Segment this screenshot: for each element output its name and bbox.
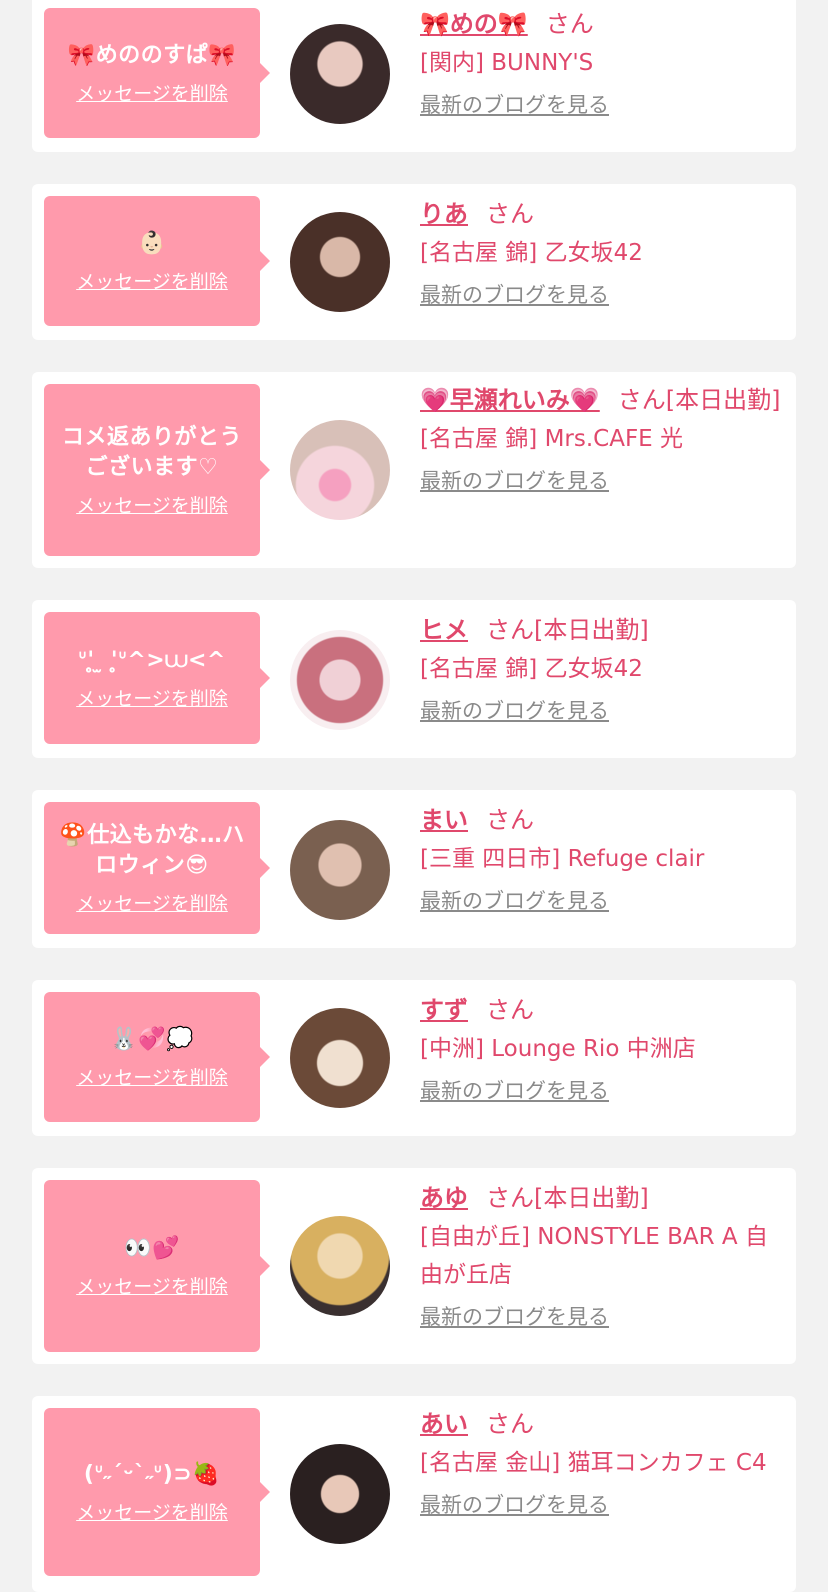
avatar[interactable] (290, 1008, 390, 1108)
comment-text: 👀💕 (124, 1235, 180, 1261)
comment-bubble: ᐡ'̥̥̥ ̫ '̥̥̥ᐡ^>⩊<^ メッセージを削除 (44, 612, 270, 744)
profile-info: あゆ さん[本日出勤] [自由が丘] NONSTYLE BAR A 自由が丘店 最… (420, 1178, 790, 1334)
profile-info: 🎀めの🎀 さん [関内] BUNNY'S 最新のブログを見る (420, 4, 790, 122)
san-label: さん (486, 1184, 534, 1212)
profile-info: あい さん [名古屋 金山] 猫耳コンカフェ C4 最新のブログを見る (420, 1404, 790, 1522)
message-card: (ᐡ˶ˊᵕˋ˶ᐡ)⊃🍓 メッセージを削除 あい さん [名古屋 金山] 猫耳コンカ… (32, 1396, 796, 1592)
avatar[interactable] (290, 420, 390, 520)
status-text: [本日出勤] (534, 616, 649, 644)
san-label: さん (486, 806, 534, 834)
message-card: 🎀めののすぱ🎀 メッセージを削除 🎀めの🎀 さん [関内] BUNNY'S 最新の… (32, 0, 796, 152)
comment-text: (ᐡ˶ˊᵕˋ˶ᐡ)⊃🍓 (83, 1461, 221, 1487)
profile-info: りあ さん [名古屋 錦] 乙女坂42 最新のブログを見る (420, 194, 790, 312)
comment-text: ᐡ'̥̥̥ ̫ '̥̥̥ᐡ^>⩊<^ (78, 647, 226, 673)
comment-text: コメ返ありがとうございます♡ (61, 424, 242, 480)
shop-name: [名古屋 錦] 乙女坂42 (420, 656, 643, 682)
delete-message-link[interactable]: メッセージを削除 (76, 491, 228, 518)
delete-message-link[interactable]: メッセージを削除 (76, 267, 228, 294)
profile-info: まい さん [三重 四日市] Refuge clair 最新のブログを見る (420, 800, 790, 918)
comment-bubble: 🐰💞💭 メッセージを削除 (44, 992, 270, 1122)
profile-info: すず さん [中洲] Lounge Rio 中洲店 最新のブログを見る (420, 990, 790, 1108)
latest-blog-link[interactable]: 最新のブログを見る (420, 1074, 609, 1108)
san-label: さん (486, 200, 534, 228)
girl-name-link[interactable]: 💗早瀬れいみ💗 (420, 386, 600, 414)
delete-message-link[interactable]: メッセージを削除 (76, 79, 228, 106)
message-card: 👶🏻 メッセージを削除 りあ さん [名古屋 錦] 乙女坂42 最新のブログを見る (32, 184, 796, 340)
delete-message-link[interactable]: メッセージを削除 (76, 1498, 228, 1525)
comment-text: 🍄仕込もかな…ハロウィン😎 (59, 822, 245, 878)
profile-info: ヒメ さん[本日出勤] [名古屋 錦] 乙女坂42 最新のブログを見る (420, 610, 790, 728)
san-label: さん (617, 386, 666, 414)
latest-blog-link[interactable]: 最新のブログを見る (420, 884, 609, 918)
shop-name: [自由が丘] NONSTYLE BAR A 自由が丘店 (420, 1224, 768, 1288)
comment-bubble: 🍄仕込もかな…ハロウィン😎 メッセージを削除 (44, 802, 270, 934)
message-card: 👀💕 メッセージを削除 あゆ さん[本日出勤] [自由が丘] NONSTYLE B… (32, 1168, 796, 1364)
girl-name-link[interactable]: ヒメ (420, 616, 468, 644)
delete-message-link[interactable]: メッセージを削除 (76, 684, 228, 711)
delete-message-link[interactable]: メッセージを削除 (76, 1063, 228, 1090)
message-card: 🐰💞💭 メッセージを削除 すず さん [中洲] Lounge Rio 中洲店 最新… (32, 980, 796, 1136)
san-label: さん (486, 616, 534, 644)
shop-name: [中洲] Lounge Rio 中洲店 (420, 1036, 696, 1062)
girl-name-link[interactable]: あい (420, 1410, 468, 1438)
comment-bubble: コメ返ありがとうございます♡ メッセージを削除 (44, 384, 270, 556)
comment-text: 🐰💞💭 (110, 1026, 194, 1052)
avatar[interactable] (290, 1444, 390, 1544)
san-label: さん (486, 1410, 534, 1438)
avatar[interactable] (290, 630, 390, 730)
comment-bubble: 👀💕 メッセージを削除 (44, 1180, 270, 1352)
shop-name: [関内] BUNNY'S (420, 50, 594, 76)
latest-blog-link[interactable]: 最新のブログを見る (420, 278, 609, 312)
message-card: 🍄仕込もかな…ハロウィン😎 メッセージを削除 まい さん [三重 四日市] Ref… (32, 790, 796, 948)
avatar[interactable] (290, 820, 390, 920)
status-text: [本日出勤] (665, 386, 781, 414)
girl-name-link[interactable]: りあ (420, 200, 468, 228)
message-card: ᐡ'̥̥̥ ̫ '̥̥̥ᐡ^>⩊<^ メッセージを削除 ヒメ さん[本日出勤] [… (32, 600, 796, 758)
comment-bubble: 👶🏻 メッセージを削除 (44, 196, 270, 326)
delete-message-link[interactable]: メッセージを削除 (76, 889, 228, 916)
shop-name: [名古屋 金山] 猫耳コンカフェ C4 (420, 1450, 767, 1476)
comment-text: 🎀めののすぱ🎀 (67, 42, 237, 68)
shop-name: [名古屋 錦] Mrs.CAFE 光 (420, 426, 684, 452)
latest-blog-link[interactable]: 最新のブログを見る (420, 694, 609, 728)
shop-name: [三重 四日市] Refuge clair (420, 846, 705, 872)
latest-blog-link[interactable]: 最新のブログを見る (420, 88, 609, 122)
girl-name-link[interactable]: すず (420, 996, 468, 1024)
latest-blog-link[interactable]: 最新のブログを見る (420, 1488, 609, 1522)
girl-name-link[interactable]: あゆ (420, 1184, 468, 1212)
latest-blog-link[interactable]: 最新のブログを見る (420, 464, 609, 498)
delete-message-link[interactable]: メッセージを削除 (76, 1272, 228, 1299)
comment-text: 👶🏻 (138, 230, 166, 256)
latest-blog-link[interactable]: 最新のブログを見る (420, 1300, 609, 1334)
avatar[interactable] (290, 1216, 390, 1316)
san-label: さん (545, 10, 594, 38)
girl-name-link[interactable]: まい (420, 806, 468, 834)
avatar[interactable] (290, 212, 390, 312)
status-text: [本日出勤] (534, 1184, 649, 1212)
san-label: さん (486, 996, 534, 1024)
shop-name: [名古屋 錦] 乙女坂42 (420, 240, 643, 266)
message-card: コメ返ありがとうございます♡ メッセージを削除 💗早瀬れいみ💗 さん[本日出勤] … (32, 372, 796, 568)
comment-bubble: 🎀めののすぱ🎀 メッセージを削除 (44, 8, 270, 138)
message-list: 🎀めののすぱ🎀 メッセージを削除 🎀めの🎀 さん [関内] BUNNY'S 最新の… (0, 0, 828, 1592)
profile-info: 💗早瀬れいみ💗 さん[本日出勤] [名古屋 錦] Mrs.CAFE 光 最新のブロ… (420, 380, 790, 498)
avatar[interactable] (290, 24, 390, 124)
girl-name-link[interactable]: 🎀めの🎀 (420, 10, 528, 38)
comment-bubble: (ᐡ˶ˊᵕˋ˶ᐡ)⊃🍓 メッセージを削除 (44, 1408, 270, 1576)
